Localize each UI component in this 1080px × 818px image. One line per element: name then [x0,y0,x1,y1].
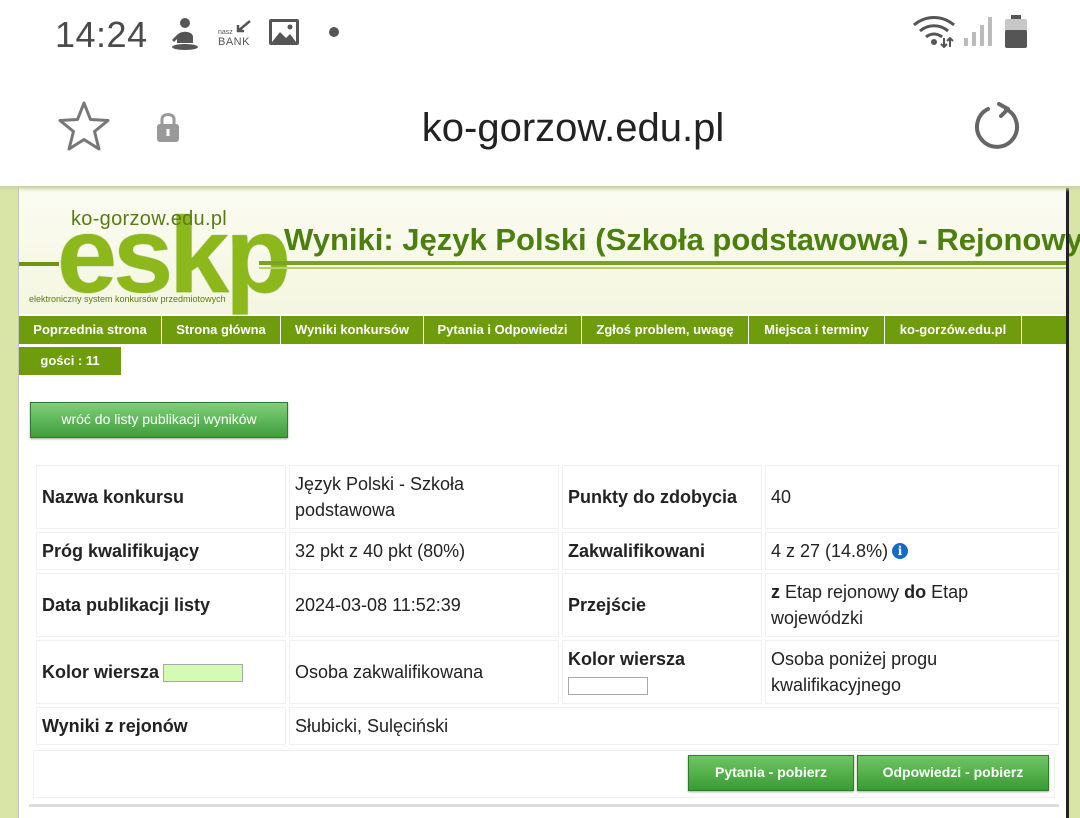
guests-counter: gości : 11 [19,347,121,375]
web-page: eskp ko-gorzow.edu.pl elektroniczny syst… [0,186,1080,818]
transition-cell: z Etap rejonowy do Etap wojewódzki [765,573,1059,637]
logo-line-left [19,262,59,266]
figure-notification-icon [171,18,198,50]
nav-contest-results[interactable]: Wyniki konkursów [281,316,424,344]
date-label: Data publikacji listy [36,573,286,637]
header-line [259,261,1069,265]
status-bar: 14:24 nasz BANK [0,0,1080,68]
wifi-icon [913,16,955,48]
row-color-qualified-cell: Kolor wiersza [36,640,286,704]
row-color-qualified-text: Osoba zakwalifikowana [289,640,559,704]
transition-from: Etap rejonowy [785,582,900,602]
row-color-below-cell: Kolor wiersza [562,640,762,704]
url-text[interactable]: ko-gorzow.edu.pl [0,106,1080,151]
signal-icon [964,17,992,46]
regions-value: Słubicki, Sulęciński [289,707,1059,745]
contest-name-value: Język Polski - Szkoła podstawowa [289,465,559,529]
qualified-cell: 4 z 27 (14.8%) i [765,532,1059,570]
questions-download-button[interactable]: Pytania - pobierz [688,755,854,791]
threshold-value: 32 pkt z 40 pkt (80%) [289,532,559,570]
below-color-swatch [568,677,648,696]
reload-icon[interactable] [970,100,1024,154]
nasz-bank-icon: nasz BANK [216,19,254,49]
regions-label: Wyniki z rejonów [36,707,286,745]
qualified-color-swatch [163,664,244,683]
row-color-label-2: Kolor wiersza [568,649,686,669]
page-sheet: eskp ko-gorzow.edu.pl elektroniczny syst… [18,188,1080,818]
nav-report-problem[interactable]: Zgłoś problem, uwagę [582,316,749,344]
nav-home[interactable]: Strona główna [162,316,281,344]
battery-icon [1005,15,1027,48]
page-top-shadow [0,186,1080,192]
contest-info-table: Nazwa konkursu Język Polski - Szkoła pod… [33,462,1062,748]
main-nav: Poprzednia strona Strona główna Wyniki k… [19,316,1069,344]
image-icon [269,19,299,45]
answers-download-button[interactable]: Odpowiedzi - pobierz [857,755,1049,791]
info-icon[interactable]: i [892,543,909,559]
threshold-label: Próg kwalifikujący [36,532,286,570]
transition-z: z [771,582,780,602]
nasz-text: nasz [218,29,233,36]
date-value: 2024-03-08 11:52:39 [289,573,559,637]
nav-places-dates[interactable]: Miejsca i terminy [749,316,885,344]
dot-icon [329,27,339,37]
back-to-results-list-button[interactable]: wróć do listy publikacji wyników [30,402,288,438]
nav-previous-page[interactable]: Poprzednia strona [19,316,162,344]
site-header: eskp ko-gorzow.edu.pl elektroniczny syst… [19,188,1080,314]
qualified-value: 4 z 27 (14.8%) [771,541,889,561]
row-color-label: Kolor wiersza [42,662,160,682]
points-label: Punkty do zdobycia [562,465,762,529]
browser-url-bar: ko-gorzow.edu.pl [0,68,1080,186]
nav-questions-answers[interactable]: Pytania i Odpowiedzi [424,316,582,344]
qualified-label: Zakwalifikowani [562,532,762,570]
points-value: 40 [765,465,1059,529]
transition-do: do [904,582,927,602]
bank-text: BANK [218,36,250,48]
bottom-separator [29,804,1059,807]
logo-domain: ko-gorzow.edu.pl [71,208,228,230]
contest-name-label: Nazwa konkursu [36,465,286,529]
download-buttons-row: Pytania - pobierz Odpowiedzi - pobierz [33,750,1055,798]
page-right-border [1066,188,1069,818]
logo-tagline: elektroniczny system konkursów przedmiot… [29,294,226,304]
nav-ko-gorzow[interactable]: ko-gorzów.edu.pl [885,316,1022,344]
status-time: 14:24 [55,14,148,55]
transition-label: Przejście [562,573,762,637]
page-title: Wyniki: Język Polski (Szkoła podstawowa)… [284,222,1080,257]
row-color-below-text: Osoba poniżej progu kwalifikacyjnego [765,640,1059,704]
header-line-light [259,267,1069,269]
